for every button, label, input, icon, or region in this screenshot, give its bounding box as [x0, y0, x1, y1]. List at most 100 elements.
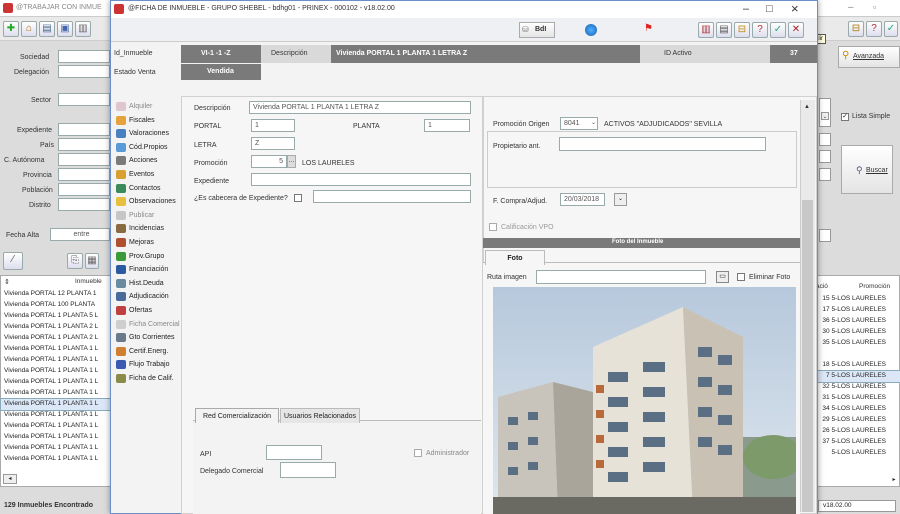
sidebar-item-publicar[interactable]: Publicar — [113, 209, 179, 222]
fcompra-dropdown[interactable]: ⌄ — [614, 193, 627, 206]
eliminar-foto-checkbox[interactable] — [737, 273, 745, 281]
table-row[interactable]: 36 5-LOS LAURELES — [814, 316, 900, 327]
administrador-checkbox[interactable] — [414, 449, 422, 457]
sidebar-item-ofertas[interactable]: Ofertas — [113, 304, 179, 317]
sidebar-item-mejoras[interactable]: Mejoras — [113, 236, 179, 249]
table-row[interactable]: 35 5-LOS LAURELES — [814, 338, 900, 349]
ruta-imagen-field[interactable] — [536, 270, 706, 284]
flag-icon[interactable]: ⚑ — [644, 23, 653, 34]
bg-list-header[interactable]: Inmueble — [75, 278, 102, 285]
help-fg-icon[interactable]: ? — [752, 22, 768, 38]
bg-right-field-3[interactable] — [819, 150, 831, 163]
tab-red-comercializacion[interactable]: Red Comercialización — [195, 408, 279, 423]
bg-right-dropdown[interactable]: ⌄ — [821, 112, 829, 120]
table-row[interactable]: Vivienda PORTAL 1 PLANTA 1 L — [1, 454, 111, 465]
sidebar-item-c-d-propios[interactable]: Cód.Propios — [113, 141, 179, 154]
bg-expediente-field[interactable] — [58, 123, 110, 136]
table-row[interactable]: 32 5-LOS LAURELES — [814, 382, 900, 393]
promocion-lookup-button[interactable]: … — [287, 155, 296, 168]
table-row[interactable]: 30 5-LOS LAURELES — [814, 327, 900, 338]
folder-icon[interactable]: ▭ — [716, 271, 729, 283]
lista-simple-checkbox[interactable]: ✓ — [841, 113, 849, 121]
sidebar-item-contactos[interactable]: Contactos — [113, 182, 179, 195]
sidebar-item-adjudicaci-n[interactable]: Adjudicación — [113, 290, 179, 303]
scroll-thumb[interactable] — [802, 200, 813, 512]
letra-field[interactable]: Z — [251, 137, 295, 150]
building-icon[interactable]: ⌂ — [21, 21, 37, 37]
sidebar-item-certif-energ-[interactable]: Certif.Energ. — [113, 345, 179, 358]
scroll-up-arrow[interactable]: ▲ — [804, 104, 810, 110]
expediente-field[interactable] — [251, 173, 471, 186]
bg-autonoma-field[interactable] — [58, 153, 110, 166]
table-row[interactable]: 5-LOS LAURELES — [814, 448, 900, 459]
bg-list-sort-icon[interactable]: ⇕ — [4, 278, 10, 286]
promo-origen-code[interactable]: 8041 ⌄ — [560, 117, 598, 130]
export-icon[interactable]: ▦ — [85, 253, 99, 269]
table-row[interactable]: Vivienda PORTAL 1 PLANTA 1 L — [1, 432, 111, 443]
exit-icon[interactable]: ✕ — [788, 22, 804, 38]
lock-fg-icon[interactable]: ⊟ — [734, 22, 750, 38]
calificacion-checkbox[interactable] — [489, 223, 497, 231]
sidebar-item-observaciones[interactable]: Observaciones — [113, 195, 179, 208]
edit-icon[interactable]: ⁄ — [3, 252, 23, 270]
table-row[interactable]: Vivienda PORTAL 12 PLANTA 1 — [1, 289, 111, 300]
bg-list-hscroll[interactable]: ◂ — [3, 474, 17, 484]
bg-sociedad-field[interactable] — [58, 50, 110, 63]
table-row[interactable]: Vivienda PORTAL 1 PLANTA 1 L — [1, 388, 111, 399]
bg-poblacion-field[interactable] — [58, 183, 110, 196]
sidebar-item-prov-grupo[interactable]: Prov.Grupo — [113, 250, 179, 263]
bg-sector-field[interactable] — [58, 93, 110, 106]
descripcion-field[interactable]: Vivienda PORTAL 1 PLANTA 1 LETRA Z — [249, 101, 471, 114]
table-row[interactable]: Vivienda PORTAL 1 PLANTA 2 L — [1, 333, 111, 344]
maximize-button[interactable]: □ — [766, 3, 773, 15]
portal-field[interactable]: 1 — [251, 119, 295, 132]
table-row[interactable] — [814, 349, 900, 360]
check-fg-icon[interactable]: ✓ — [770, 22, 786, 38]
bg-distrito-field[interactable] — [58, 198, 110, 211]
add-icon[interactable]: ✚ — [3, 21, 19, 37]
print-fg-icon[interactable]: ▤ — [716, 22, 732, 38]
delegado-comercial-field[interactable] — [280, 462, 336, 478]
bg-right-field-2[interactable] — [819, 133, 831, 146]
help-icon[interactable]: ? — [866, 21, 882, 37]
sidebar-item-fiscales[interactable]: Fiscales — [113, 114, 179, 127]
sidebar-item-incidencias[interactable]: Incidencias — [113, 222, 179, 235]
tab-foto[interactable]: Foto — [485, 250, 545, 265]
cabecera-field[interactable] — [313, 190, 471, 203]
table-row[interactable]: Vivienda PORTAL 1 PLANTA 2 L — [1, 322, 111, 333]
sidebar-item-alquiler[interactable]: Alquiler — [113, 100, 179, 113]
table-row[interactable]: Vivienda PORTAL 1 PLANTA 1 L — [1, 355, 111, 366]
cabecera-checkbox[interactable] — [294, 194, 302, 202]
minimize-button[interactable]: – — [743, 3, 749, 15]
table-row[interactable]: 26 5-LOS LAURELES — [814, 426, 900, 437]
promocion-code-field[interactable]: 5 — [251, 155, 287, 168]
bg-restore-button[interactable]: ▫ — [873, 2, 876, 12]
bg-pais-field[interactable] — [58, 138, 110, 151]
api-field[interactable] — [266, 445, 322, 460]
bg-provincia-field[interactable] — [58, 168, 110, 181]
sidebar-item-ficha-de-calif-[interactable]: Ficha de Calif. — [113, 372, 179, 385]
table-row[interactable]: Vivienda PORTAL 1 PLANTA 1 L — [1, 366, 111, 377]
table-row[interactable]: Vivienda PORTAL 1 PLANTA 1 L — [1, 410, 111, 421]
table-row[interactable]: Vivienda PORTAL 1 PLANTA 1 L — [1, 443, 111, 454]
table-row[interactable]: 31 5-LOS LAURELES — [814, 393, 900, 404]
table-row[interactable]: 7 5-LOS LAURELES — [813, 370, 900, 383]
table-row[interactable]: Vivienda PORTAL 1 PLANTA 1 L — [1, 344, 111, 355]
sidebar-item-acciones[interactable]: Acciones — [113, 154, 179, 167]
check-icon[interactable]: ✓ — [884, 21, 898, 37]
sidebar-item-flujo-trabajo[interactable]: Flujo Trabajo — [113, 358, 179, 371]
table-row[interactable]: 37 5-LOS LAURELES — [814, 437, 900, 448]
building-fg-icon[interactable]: ▥ — [698, 22, 714, 38]
table-row[interactable]: 18 5-LOS LAURELES — [814, 360, 900, 371]
table-row[interactable]: 34 5-LOS LAURELES — [814, 404, 900, 415]
table-row[interactable]: Vivienda PORTAL 100 PLANTA — [1, 300, 111, 311]
bg-entre-select[interactable]: entre — [50, 228, 110, 241]
table-row[interactable]: 17 5-LOS LAURELES — [814, 305, 900, 316]
sidebar-item-gto-corrientes[interactable]: Gto Corrientes — [113, 331, 179, 344]
bg-delegacion-field[interactable] — [58, 65, 110, 78]
save-icon[interactable]: ▣ — [57, 21, 73, 37]
table-row[interactable]: Vivienda PORTAL 1 PLANTA 1 L — [0, 398, 112, 411]
print-icon[interactable]: ▥ — [75, 21, 91, 37]
table-row[interactable]: Vivienda PORTAL 1 PLANTA 5 L — [1, 311, 111, 322]
table-row[interactable]: Vivienda PORTAL 1 PLANTA 1 L — [1, 421, 111, 432]
